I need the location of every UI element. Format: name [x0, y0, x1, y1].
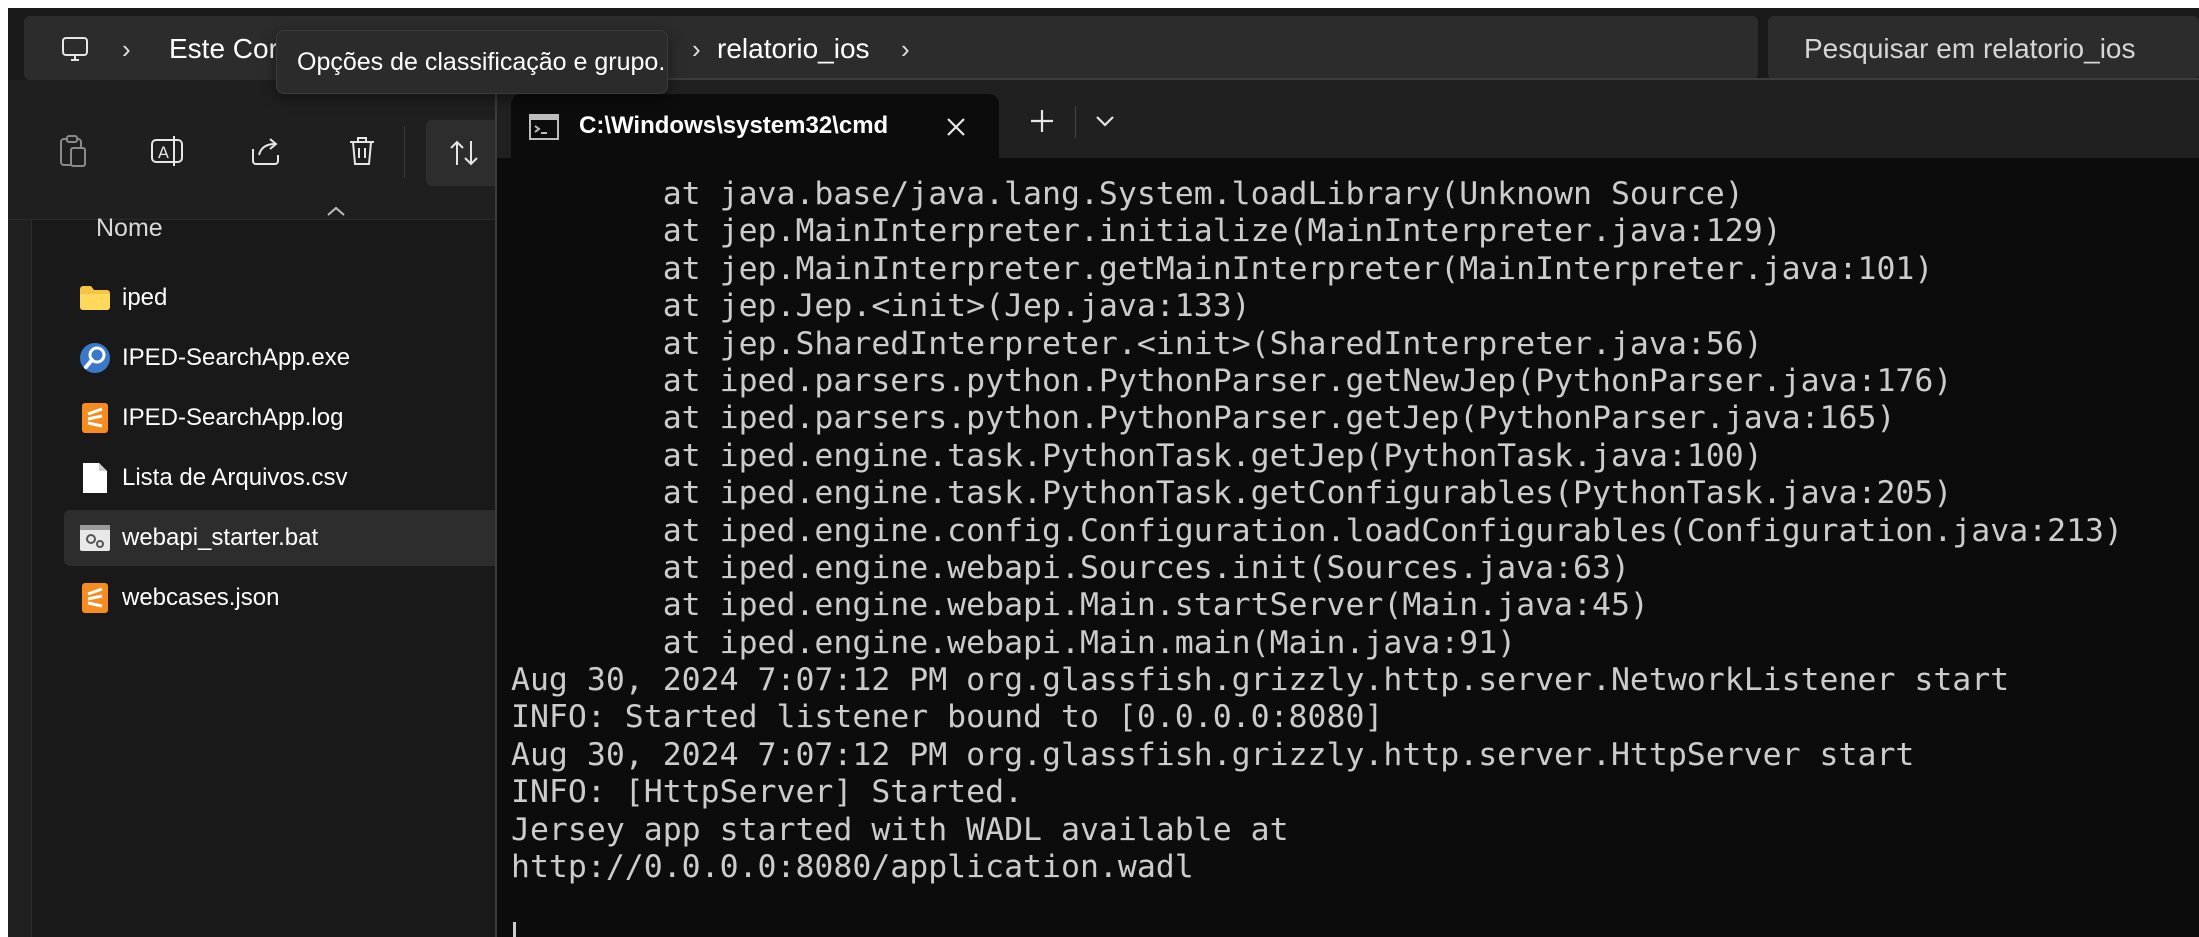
terminal-line: at jep.MainInterpreter.initialize(MainIn… [511, 213, 1782, 250]
terminal-tab-cmd[interactable]: C:\Windows\system32\cmd.e: [511, 94, 999, 158]
terminal-line: at iped.parsers.python.PythonParser.getN… [511, 362, 1953, 399]
file-name: IPED-SearchApp.log [122, 404, 344, 431]
search-placeholder: Pesquisar em relatorio_ios [1804, 33, 2136, 64]
plus-icon[interactable] [1027, 106, 1057, 136]
folder-icon [78, 281, 112, 315]
this-pc-icon[interactable] [60, 34, 90, 64]
paste-icon [60, 135, 86, 167]
breadcrumb-segment-this-pc[interactable]: Este Cor [169, 30, 278, 68]
terminal-line: at iped.engine.webapi.Main.startServer(M… [511, 587, 1649, 624]
sort-ascending-icon [327, 206, 345, 216]
sort-icon [450, 140, 478, 166]
terminal-line: at jep.Jep.<init>(Jep.java:133) [511, 288, 1251, 325]
paste-button[interactable] [45, 123, 101, 179]
terminal-line: at iped.engine.config.Configuration.load… [511, 512, 2123, 549]
terminal-cursor [513, 922, 516, 937]
breadcrumb-segment-relatorio-ios[interactable]: relatorio_ios [717, 30, 870, 68]
terminal-line: INFO: [HttpServer] Started. [511, 774, 1024, 811]
rename-icon: A [151, 136, 183, 166]
chevron-down-icon[interactable] [1093, 112, 1117, 130]
close-icon[interactable] [943, 114, 969, 140]
sublime-text-icon [78, 401, 112, 435]
terminal-window[interactable]: C:\Windows\system32\cmd.e: at java.base/… [495, 78, 2199, 937]
terminal-line: at iped.parsers.python.PythonParser.getJ… [511, 400, 1896, 437]
share-button[interactable] [238, 123, 294, 179]
breadcrumb-chevron-icon[interactable]: › [122, 34, 131, 64]
file-name: webapi_starter.bat [122, 524, 319, 551]
file-name: IPED-SearchApp.exe [122, 344, 351, 371]
share-icon [252, 138, 279, 165]
navigation-pane[interactable] [8, 220, 32, 937]
file-name: iped [122, 284, 168, 311]
file-row-iped[interactable]: iped [64, 270, 504, 326]
rename-button[interactable]: A [140, 123, 196, 179]
terminal-line: Jersey app started with WADL available a… [511, 811, 1289, 848]
terminal-line: at iped.engine.webapi.Main.main(Main.jav… [511, 624, 1517, 661]
column-header-name[interactable]: Nome [96, 211, 163, 245]
terminal-tab-title: C:\Windows\system32\cmd.e: [579, 112, 889, 139]
file-row-webapi-starter-bat[interactable]: webapi_starter.bat [64, 510, 504, 566]
file-row-iped-searchapp-exe[interactable]: IPED-SearchApp.exe [64, 330, 504, 386]
terminal-tab-bar: C:\Windows\system32\cmd.e: [497, 80, 2199, 158]
breadcrumb-chevron-icon[interactable]: › [901, 34, 910, 64]
terminal-line: at jep.MainInterpreter.getMainInterprete… [511, 250, 1934, 287]
file-row-iped-searchapp-log[interactable]: IPED-SearchApp.log [64, 390, 504, 446]
terminal-line: at java.base/java.lang.System.loadLibrar… [511, 176, 1744, 212]
terminal-line: Aug 30, 2024 7:07:12 PM org.glassfish.gr… [511, 736, 1915, 773]
file-name: webcases.json [122, 584, 280, 611]
file-row-lista-de-arquivos-csv[interactable]: Lista de Arquivos.csv [64, 450, 504, 506]
document-icon [78, 461, 112, 495]
terminal-line: at iped.engine.task.PythonTask.getJep(Py… [511, 437, 1763, 474]
terminal-line: at iped.engine.webapi.Sources.init(Sourc… [511, 549, 1630, 586]
terminal-line: at iped.engine.task.PythonTask.getConfig… [511, 475, 1953, 512]
terminal-line: Aug 30, 2024 7:07:12 PM org.glassfish.gr… [511, 662, 2010, 699]
search-app-icon [78, 341, 112, 375]
delete-button[interactable] [334, 123, 390, 179]
terminal-line: http://0.0.0.0:8080/application.wadl [511, 849, 1194, 886]
sort-options-tooltip: Opções de classificação e grupo. [276, 30, 668, 94]
delete-icon [350, 137, 374, 165]
tab-bar-separator [1075, 106, 1076, 138]
search-box[interactable]: Pesquisar em relatorio_ios [1768, 16, 2199, 80]
terminal-output[interactable]: at java.base/java.lang.System.loadLibrar… [511, 176, 2191, 886]
terminal-line: INFO: Started listener bound to [0.0.0.0… [511, 699, 1384, 736]
cmd-icon [529, 114, 559, 140]
breadcrumb-chevron-icon[interactable]: › [692, 34, 701, 64]
file-name: Lista de Arquivos.csv [122, 464, 348, 491]
terminal-line: at jep.SharedInterpreter.<init>(SharedIn… [511, 325, 1763, 362]
sublime-text-icon [78, 581, 112, 615]
toolbar-separator [404, 126, 405, 178]
file-row-webcases-json[interactable]: webcases.json [64, 570, 504, 626]
batch-file-icon [78, 521, 112, 555]
svg-text:A: A [158, 143, 169, 162]
